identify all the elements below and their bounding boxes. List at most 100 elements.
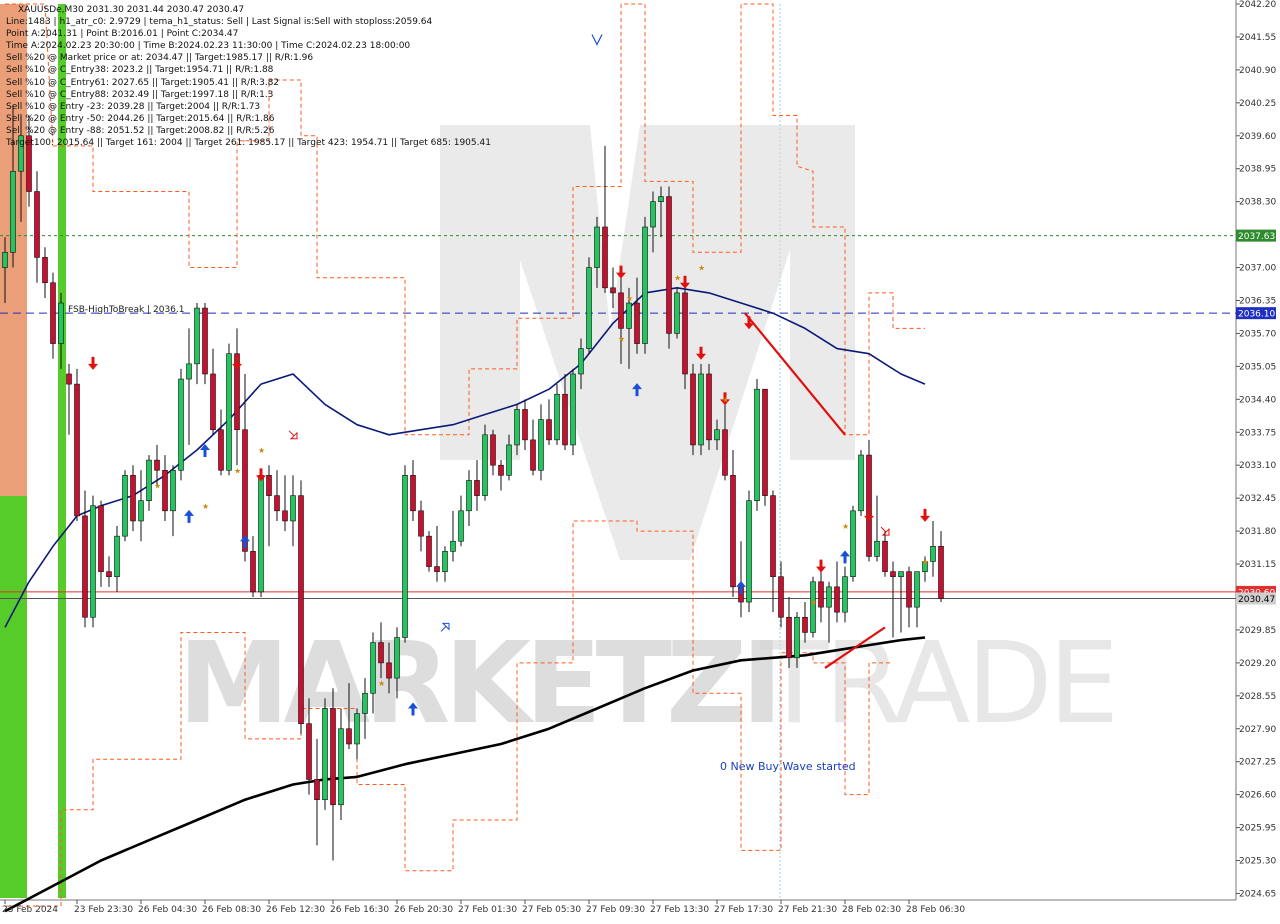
candle-body [298,495,304,724]
candle [690,363,696,456]
candle-body [698,373,704,446]
candle-body [138,500,144,522]
candle-body [714,429,720,441]
candle-body [498,464,504,476]
candle-body [754,388,760,501]
y-tick-label: 2040.25 [1239,99,1276,109]
x-tick-label: 26 Feb 04:30 [138,905,197,915]
candle-body [618,292,624,329]
x-tick-label: 27 Feb 01:30 [458,905,517,915]
x-tick-label: 23 Feb 23:30 [74,905,133,915]
candle-body [338,728,344,806]
candle-body [474,480,480,496]
candle-body [386,662,392,679]
candle [850,505,856,582]
candle-body [794,616,800,659]
candle [698,363,704,456]
y-tick-label: 2024.65 [1239,889,1276,899]
candle-body [26,135,32,192]
y-tick-label: 2032.45 [1239,494,1276,504]
candle-body [626,302,632,329]
candle-body [186,363,192,380]
candle-body [242,429,248,552]
candle-body [746,500,752,603]
y-tick-label: 2035.05 [1239,362,1276,372]
candle-body [442,551,448,572]
candle-body [82,515,88,618]
candle-body [666,196,672,334]
candle [866,439,872,562]
candle [426,531,432,572]
candle-body [450,540,456,552]
candle-body [394,637,400,679]
x-tick-label: 27 Feb 05:30 [522,905,581,915]
y-tick-label: 2042.20 [1239,0,1276,10]
x-tick-label: 26 Feb 20:30 [394,905,453,915]
candle-body [562,393,568,446]
candle-body [610,287,616,294]
candle-body [458,510,464,542]
star-marker-icon: ★ [674,274,681,283]
candle-body [898,571,904,578]
candle-body [674,292,680,334]
candle [682,287,688,390]
candle-body [50,282,56,344]
y-tick-label: 2025.30 [1239,857,1276,867]
candle-body [546,419,552,441]
candle-body [770,495,776,578]
candle-body [850,510,856,578]
candle-body [602,226,608,289]
candle-body [282,510,288,522]
candle [298,480,304,734]
y-tick-label: 2040.90 [1239,66,1276,76]
x-tick-label: 27 Feb 13:30 [650,905,709,915]
candle-body [490,434,496,466]
star-marker-icon: ★ [698,264,705,273]
candle [706,363,712,450]
candle-body [834,586,840,613]
candle-body [154,459,160,471]
candle [74,368,80,521]
candle-body [786,616,792,659]
x-tick-label: 23 Feb 2024 [2,905,58,915]
candle-body [66,373,72,385]
candle-body [194,307,200,365]
candle-body [594,226,600,268]
x-tick-label: 28 Feb 06:30 [906,905,965,915]
candle-body [682,292,688,375]
candle-body [314,779,320,801]
x-tick-label: 28 Feb 02:30 [842,905,901,915]
y-tick-label: 2033.75 [1239,428,1276,438]
candle-body [778,576,784,618]
watermark-text-dark: MARKETZI [178,619,777,749]
candle-body [690,373,696,446]
candle [202,303,208,385]
candle-body [482,434,488,496]
x-tick-label: 26 Feb 12:30 [266,905,325,915]
last-price-tag: 2030.47 [1238,595,1275,605]
candle-body [58,302,64,344]
candle-body [642,226,648,344]
y-tick-label: 2027.90 [1239,725,1276,735]
candle-body [866,454,872,557]
session-strip-green [58,4,66,898]
y-tick-label: 2038.95 [1239,165,1276,175]
candle-body [114,535,120,578]
candle-body [362,692,368,714]
candle-body [730,475,736,588]
session-strip-green [0,496,27,898]
candle-body [218,429,224,471]
candle-body [378,642,384,664]
y-tick-label: 2031.80 [1239,527,1276,537]
candle-body [146,459,152,501]
candle-body [634,302,640,344]
candle-body [930,545,936,562]
candle-body [762,388,768,496]
star-marker-icon: ★ [842,522,849,531]
candle-body [274,495,280,512]
candle-body [322,708,328,801]
candle [746,490,752,613]
x-tick-label: 26 Feb 08:30 [202,905,261,915]
y-tick-label: 2031.15 [1239,560,1276,570]
star-marker-icon: ★ [626,294,633,303]
